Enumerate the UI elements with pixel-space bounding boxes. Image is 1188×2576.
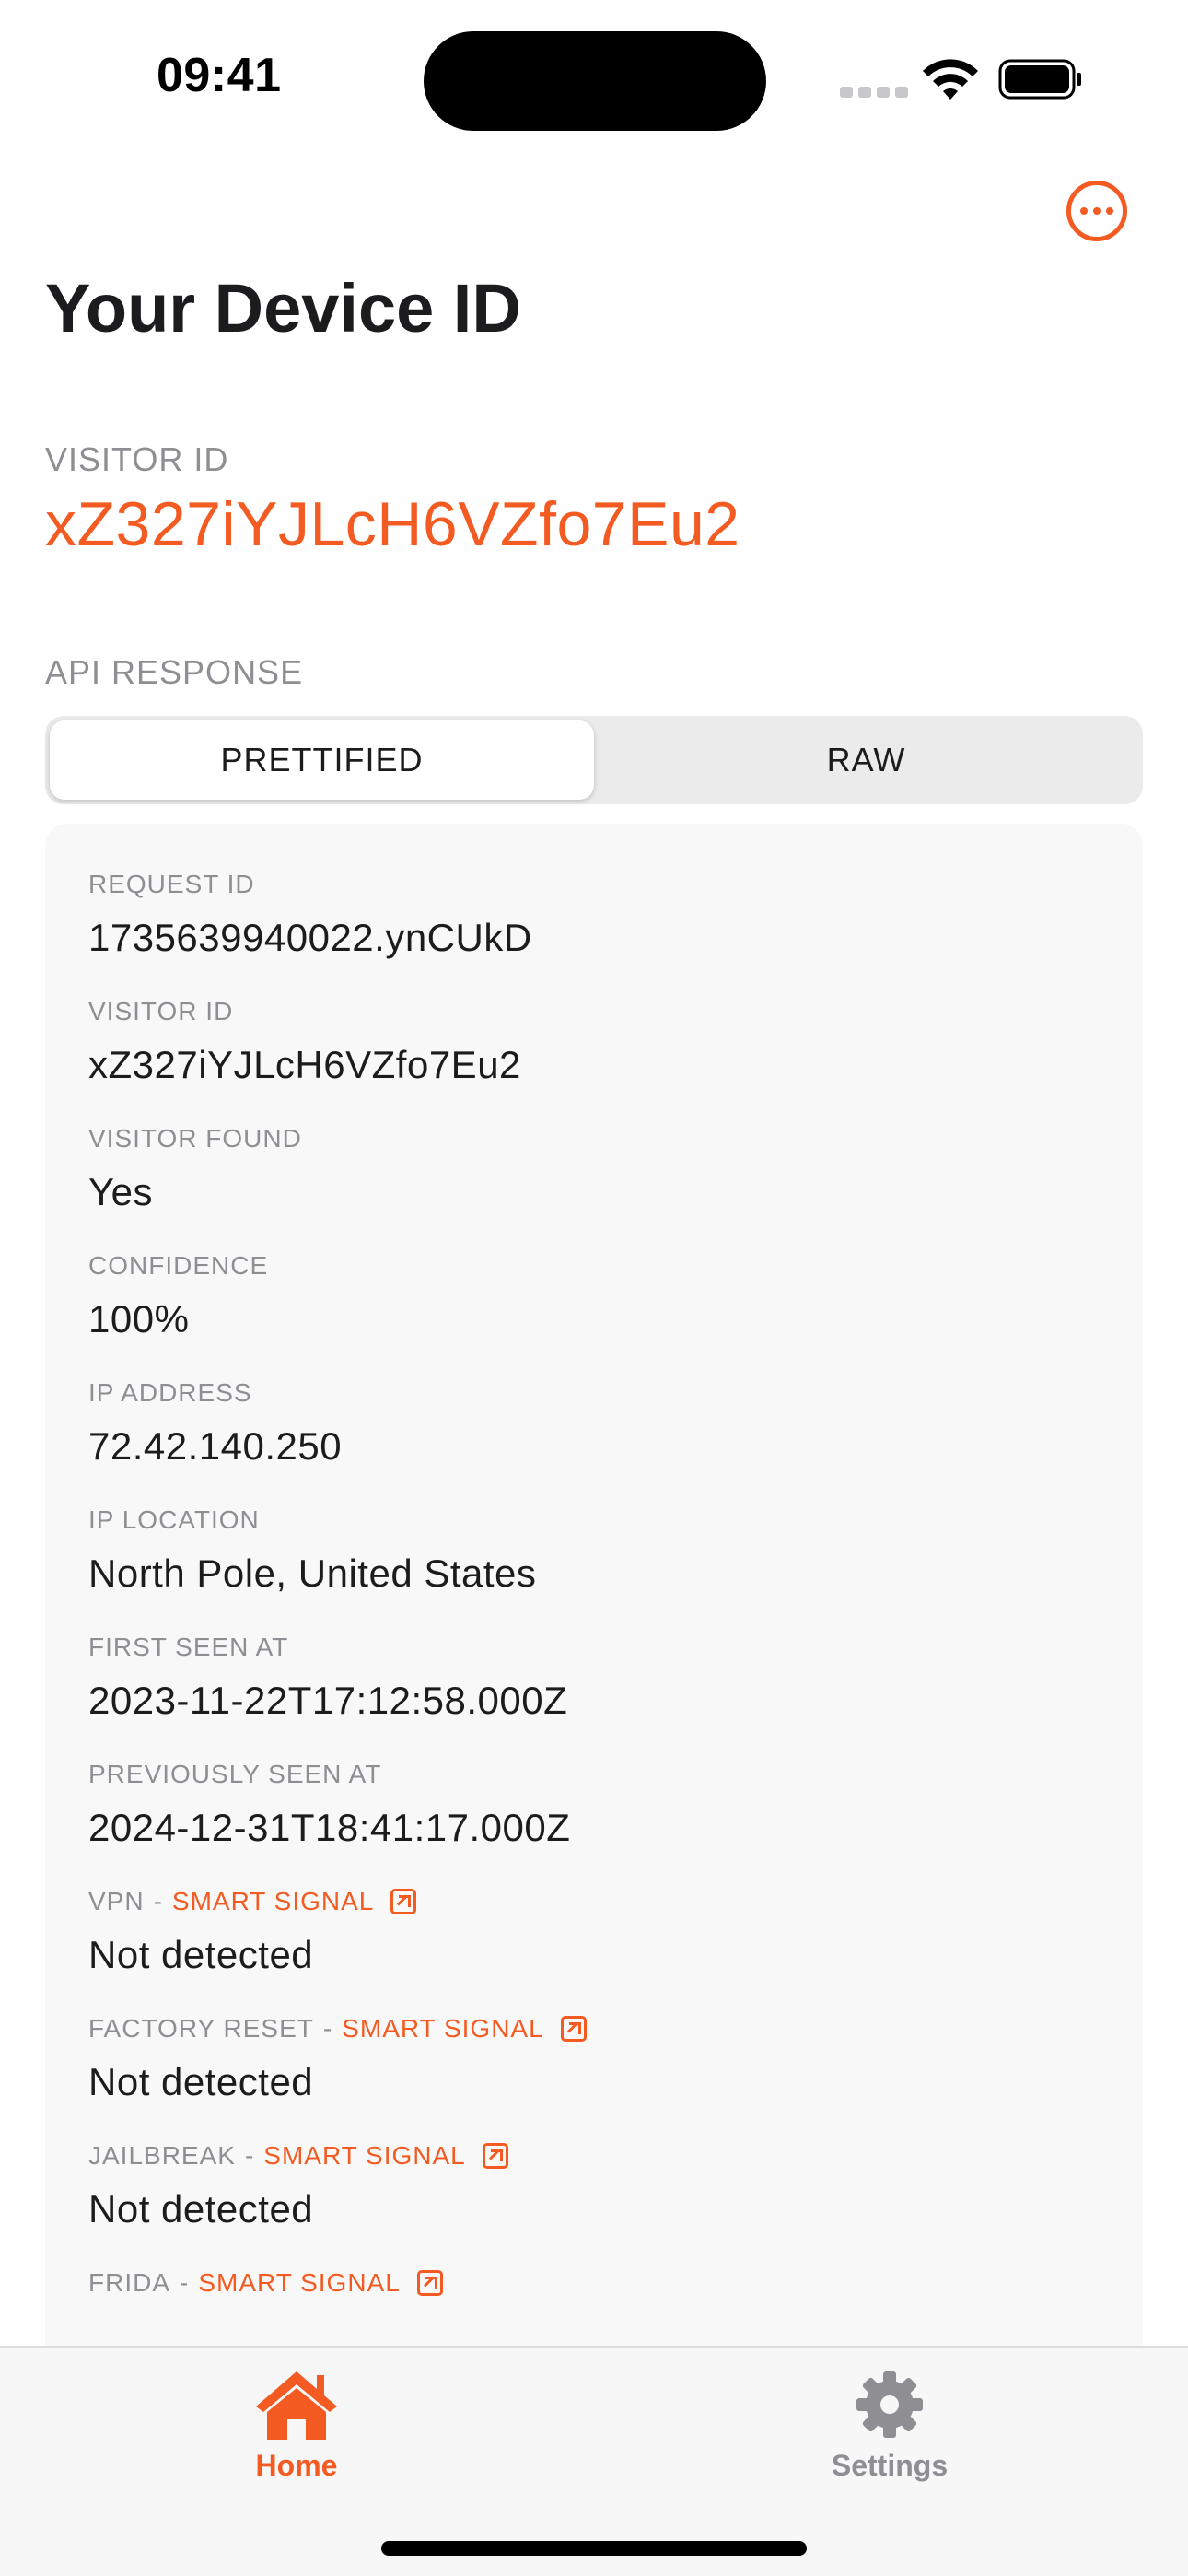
response-field-label: VISITOR FOUND bbox=[88, 1124, 302, 1153]
home-indicator bbox=[381, 2541, 807, 2556]
label-separator: - bbox=[180, 2268, 190, 2297]
response-field: FACTORY RESET - SMART SIGNAL Not detected bbox=[88, 2012, 1106, 2108]
tab-prettified[interactable]: PRETTIFIED bbox=[50, 720, 594, 800]
response-field-label-row: FIRST SEEN AT bbox=[88, 1631, 1106, 1664]
smart-signal-link[interactable]: SMART SIGNAL bbox=[263, 2139, 465, 2172]
response-field-label: PREVIOUSLY SEEN AT bbox=[88, 1760, 382, 1788]
tab-home-label: Home bbox=[255, 2449, 338, 2482]
response-field-label-row: FACTORY RESET - SMART SIGNAL bbox=[88, 2012, 1106, 2045]
response-field-value: 100% bbox=[88, 1297, 190, 1341]
external-link-icon[interactable] bbox=[560, 2016, 587, 2042]
response-field-label-row: VPN - SMART SIGNAL bbox=[88, 1885, 1106, 1918]
response-field-label: JAILBREAK bbox=[88, 2141, 236, 2170]
label-separator: - bbox=[153, 1887, 163, 1915]
external-link-icon[interactable] bbox=[390, 1889, 417, 1914]
response-field: REQUEST ID 1735639940022.ynCUkD bbox=[88, 868, 1106, 964]
response-field-label: VPN bbox=[88, 1887, 145, 1915]
response-field-label: FIRST SEEN AT bbox=[88, 1633, 289, 1661]
smart-signal-link[interactable]: SMART SIGNAL bbox=[172, 1885, 374, 1918]
response-field-value: xZ327iYJLcH6VZfo7Eu2 bbox=[88, 1043, 521, 1086]
gear-icon bbox=[856, 2371, 923, 2438]
response-field-value: Not detected bbox=[88, 1933, 314, 1976]
response-field-value: 72.42.140.250 bbox=[88, 1424, 343, 1468]
response-field: FIRST SEEN AT 2023-11-22T17:12:58.000Z bbox=[88, 1631, 1106, 1727]
response-field-value: Yes bbox=[88, 1170, 154, 1213]
tab-home[interactable]: Home bbox=[177, 2368, 416, 2483]
dynamic-island bbox=[424, 31, 766, 131]
response-field-label: FACTORY RESET bbox=[88, 2014, 314, 2043]
response-field-value: 1735639940022.ynCUkD bbox=[88, 916, 532, 959]
response-field: JAILBREAK - SMART SIGNAL Not detected bbox=[88, 2139, 1106, 2235]
visitor-id-value: xZ327iYJLcH6VZfo7Eu2 bbox=[45, 489, 740, 559]
response-field-label-row: REQUEST ID bbox=[88, 868, 1106, 901]
wifi-icon bbox=[923, 59, 978, 100]
response-field-label: REQUEST ID bbox=[88, 870, 255, 898]
response-field-label-row: VISITOR ID bbox=[88, 995, 1106, 1028]
battery-icon bbox=[998, 59, 1081, 100]
tab-settings[interactable]: Settings bbox=[770, 2368, 1009, 2483]
page-title: Your Device ID bbox=[45, 270, 521, 346]
label-separator: - bbox=[244, 2141, 255, 2170]
visitor-id-label: VISITOR ID bbox=[45, 440, 229, 478]
response-field-value: 2023-11-22T17:12:58.000Z bbox=[88, 1679, 568, 1722]
api-response-label: API RESPONSE bbox=[45, 653, 304, 691]
response-field-label: FRIDA bbox=[88, 2268, 170, 2297]
response-field-label: CONFIDENCE bbox=[88, 1251, 269, 1280]
response-field-label-row: IP ADDRESS bbox=[88, 1376, 1106, 1410]
response-field-value: Not detected bbox=[88, 2187, 314, 2231]
response-field-list: REQUEST ID 1735639940022.ynCUkD VISITOR ID… bbox=[88, 868, 1106, 2394]
response-format-segmented-control[interactable]: PRETTIFIED RAW bbox=[45, 716, 1143, 804]
external-link-icon[interactable] bbox=[416, 2270, 443, 2296]
ellipsis-circle-icon bbox=[1080, 207, 1088, 215]
response-field-label-row: IP LOCATION bbox=[88, 1504, 1106, 1537]
tab-raw[interactable]: RAW bbox=[594, 720, 1138, 800]
tab-settings-label: Settings bbox=[831, 2449, 949, 2482]
response-field: VISITOR FOUND Yes bbox=[88, 1122, 1106, 1218]
response-field-label: VISITOR ID bbox=[88, 997, 234, 1025]
status-time: 09:41 bbox=[157, 49, 282, 102]
response-field-label: IP ADDRESS bbox=[88, 1378, 252, 1407]
response-field: CONFIDENCE 100% bbox=[88, 1249, 1106, 1345]
response-field-label-row: CONFIDENCE bbox=[88, 1249, 1106, 1282]
cellular-signal-icon bbox=[840, 87, 908, 98]
smart-signal-link[interactable]: SMART SIGNAL bbox=[342, 2012, 543, 2045]
api-response-card: REQUEST ID 1735639940022.ynCUkD VISITOR ID… bbox=[45, 824, 1143, 2445]
response-field: PREVIOUSLY SEEN AT 2024-12-31T18:41:17.00… bbox=[88, 1758, 1106, 1854]
response-field-label: IP LOCATION bbox=[88, 1505, 260, 1534]
smart-signal-link[interactable]: SMART SIGNAL bbox=[198, 2266, 400, 2300]
external-link-icon[interactable] bbox=[482, 2143, 508, 2169]
more-options-button[interactable] bbox=[1066, 181, 1127, 241]
response-field-value: North Pole, United States bbox=[88, 1551, 537, 1595]
response-field: IP LOCATION North Pole, United States bbox=[88, 1504, 1106, 1599]
response-field-label-row: JAILBREAK - SMART SIGNAL bbox=[88, 2139, 1106, 2172]
label-separator: - bbox=[322, 2014, 333, 2043]
response-field-label-row: PREVIOUSLY SEEN AT bbox=[88, 1758, 1106, 1791]
response-field-label-row: FRIDA - SMART SIGNAL bbox=[88, 2266, 1106, 2300]
response-field: VPN - SMART SIGNAL Not detected bbox=[88, 1885, 1106, 1981]
house-icon bbox=[256, 2371, 337, 2440]
response-field-label-row: VISITOR FOUND bbox=[88, 1122, 1106, 1155]
response-field-value: 2024-12-31T18:41:17.000Z bbox=[88, 1806, 571, 1849]
response-field: IP ADDRESS 72.42.140.250 bbox=[88, 1376, 1106, 1472]
response-field: VISITOR ID xZ327iYJLcH6VZfo7Eu2 bbox=[88, 995, 1106, 1091]
response-field-value: Not detected bbox=[88, 2060, 314, 2103]
